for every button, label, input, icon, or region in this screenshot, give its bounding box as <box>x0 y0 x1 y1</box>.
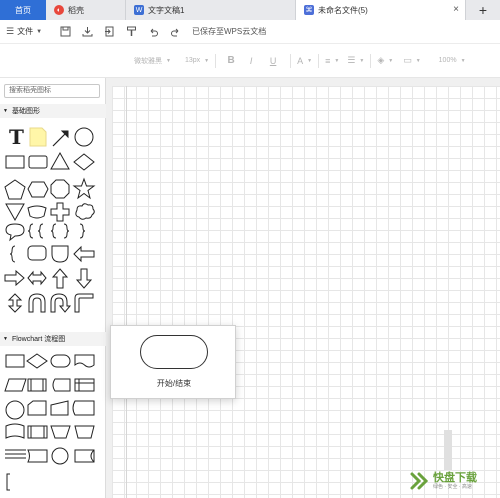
format-toolbar: 微软雅黑 ▼ 13px ▼ B I U A ▼ ≡ ▼ ☰ ▼ ◈ ▼ ▭ ▼ … <box>0 44 500 78</box>
italic-button[interactable]: I <box>240 44 262 78</box>
valign-button[interactable]: ☰ ▼ <box>347 44 364 78</box>
save-icon <box>60 26 70 37</box>
new-tab-button[interactable]: + <box>466 0 500 20</box>
chevron-down-icon: ▼ <box>415 57 421 64</box>
daoke-icon: ◐ <box>54 5 64 15</box>
watermark-title: 快盘下载 <box>433 471 477 484</box>
section-flowchart[interactable]: ▼ Flowchart 流程图 <box>0 332 106 346</box>
canvas-area[interactable] <box>106 78 500 498</box>
watermark-logo-icon <box>408 470 430 492</box>
basic-shapes-grid[interactable]: T <box>0 122 106 326</box>
triangle-down-icon: ▼ <box>3 336 8 342</box>
section-basic-shapes-label: 基础图形 <box>11 108 40 115</box>
save-button[interactable] <box>54 20 76 44</box>
chevron-down-icon: ▼ <box>166 57 171 64</box>
word-doc-icon: W <box>134 5 144 15</box>
line-style-button[interactable]: ▭ ▼ <box>403 44 420 78</box>
file-menu-label: 文件 <box>17 27 34 36</box>
undo-icon <box>150 28 158 37</box>
page-guide-line <box>126 86 127 498</box>
flowchart-shapes-grid[interactable] <box>0 350 106 498</box>
align-icon: ≡ <box>325 55 331 66</box>
chevron-down-icon: ▼ <box>204 57 210 64</box>
tab-flowchart[interactable]: ⌘ 未命名文件(5) × <box>296 0 466 20</box>
paint-bucket-icon: ◈ <box>377 55 385 65</box>
chevron-down-icon: ▼ <box>460 57 466 64</box>
tab-document[interactable]: W 文字文稿1 <box>126 0 296 20</box>
chevron-down-icon: ▼ <box>307 57 313 64</box>
chevron-down-icon: ▼ <box>388 57 394 64</box>
undo-button[interactable] <box>142 20 164 44</box>
tab-flowchart-label: 未命名文件(5) <box>318 5 368 15</box>
shape-preview-tooltip: 开始/结束 <box>110 325 236 399</box>
close-icon[interactable]: × <box>453 4 459 15</box>
file-menu-button[interactable]: ☰ 文件 ▼ <box>0 26 54 37</box>
vertical-align-icon: ☰ <box>347 55 356 65</box>
canvas-grid[interactable] <box>112 86 500 498</box>
terminator-shape-preview <box>140 335 208 369</box>
font-color-label: A <box>297 55 304 66</box>
import-icon <box>104 26 113 37</box>
tab-home[interactable]: 首页 <box>0 0 46 20</box>
redo-button[interactable] <box>164 20 186 44</box>
chevron-down-icon: ▼ <box>36 28 43 35</box>
opacity-value: 100% <box>438 57 457 64</box>
divider <box>215 53 217 68</box>
opacity-select[interactable]: 100% ▼ <box>439 44 466 78</box>
chevron-down-icon: ▼ <box>334 57 340 64</box>
svg-text:T: T <box>9 125 24 149</box>
hamburger-icon: ☰ <box>6 26 15 36</box>
scrollbar[interactable] <box>444 430 452 470</box>
tab-daoke-label: 稻壳 <box>68 5 84 15</box>
divider <box>318 53 320 68</box>
font-family-select[interactable]: 微软雅黑 ▼ <box>134 44 171 78</box>
shape-library-sidebar: 搜索稻壳图标 ▼ 基础图形 T ▼ Flowchart 流程图 <box>0 78 106 498</box>
tab-daoke[interactable]: ◐ 稻壳 <box>46 0 126 20</box>
divider <box>370 53 372 68</box>
font-size-select[interactable]: 13px ▼ <box>185 44 209 78</box>
main-toolbar: ☰ 文件 ▼ 已保存至WPS云文档 <box>0 20 500 44</box>
bold-button[interactable]: B <box>222 44 240 78</box>
watermark-subtitle: 绿色 · 安全 · 高速 <box>433 483 472 490</box>
triangle-down-icon: ▼ <box>3 108 8 114</box>
shape-preview-label: 开始/结束 <box>156 379 192 388</box>
tab-bar: 首页 ◐ 稻壳 W 文字文稿1 ⌘ 未命名文件(5) × + <box>0 0 500 20</box>
divider <box>290 53 292 68</box>
section-basic-shapes[interactable]: ▼ 基础图形 <box>0 104 106 118</box>
font-size-value: 13px <box>184 57 201 64</box>
save-status: 已保存至WPS云文档 <box>192 27 267 36</box>
underline-button[interactable]: U <box>262 44 284 78</box>
font-color-button[interactable]: A ▼ <box>297 44 312 78</box>
chevron-down-icon: ▼ <box>359 57 365 64</box>
redo-icon <box>170 28 178 37</box>
format-painter-button[interactable] <box>120 20 142 44</box>
align-button[interactable]: ≡ ▼ <box>325 44 339 78</box>
export-icon <box>82 27 92 37</box>
fill-color-button[interactable]: ◈ ▼ <box>377 44 393 78</box>
tab-document-label: 文字文稿1 <box>148 5 185 15</box>
line-style-icon: ▭ <box>403 55 412 65</box>
section-flowchart-label: Flowchart 流程图 <box>11 336 66 343</box>
font-family-value: 微软雅黑 <box>134 57 162 65</box>
format-painter-icon <box>126 26 136 36</box>
flowchart-file-icon: ⌘ <box>304 5 314 15</box>
import-button[interactable] <box>98 20 120 44</box>
search-input[interactable]: 搜索稻壳图标 <box>4 84 100 98</box>
export-button[interactable] <box>76 20 98 44</box>
watermark: 快盘下载 绿色 · 安全 · 高速 <box>408 466 498 496</box>
